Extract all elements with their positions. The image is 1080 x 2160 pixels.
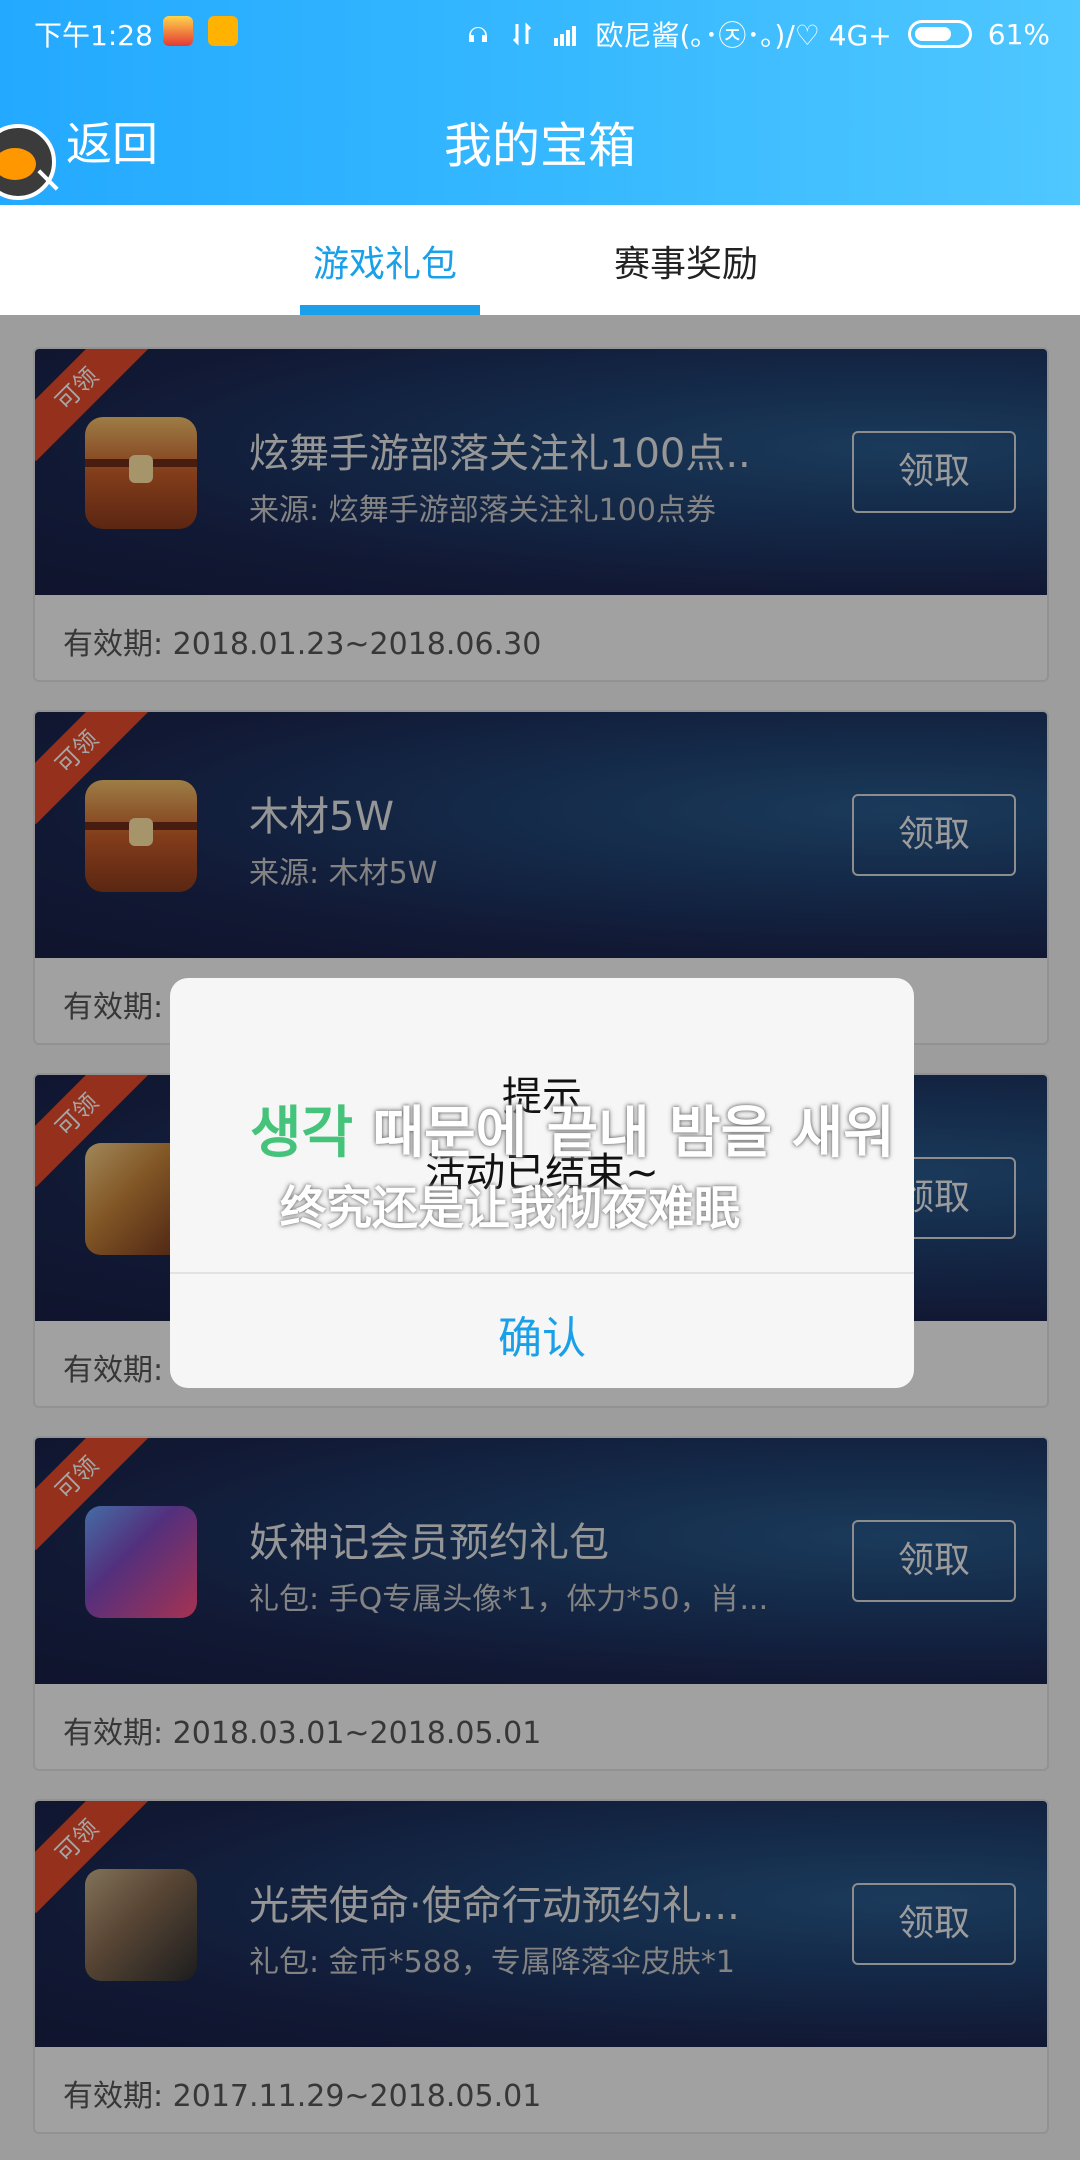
data-transfer-icon <box>508 20 536 48</box>
app-notification-icon <box>163 16 193 46</box>
lyric-rest: 때문에 끝내 밤을 새워 <box>353 1101 895 1166</box>
status-time: 下午1:28 <box>34 19 153 52</box>
floating-lyric-line-2: 终究还是让我彻夜难眠 <box>280 1181 740 1235</box>
signal-icon <box>552 20 580 48</box>
carrier-label: 欧尼酱(｡･㉨･｡)/♡ 4G+ <box>595 19 892 52</box>
dialog-divider <box>170 1272 914 1274</box>
floating-lyric-line-1: 생각 때문에 끝내 밤을 새워 <box>250 1088 895 1169</box>
status-right: 欧尼酱(｡･㉨･｡)/♡ 4G+ 61% <box>464 14 1050 54</box>
confirm-button[interactable]: 确认 <box>170 1302 914 1366</box>
page-title: 我的宝箱 <box>443 118 636 174</box>
battery-icon <box>907 20 972 48</box>
app-notification-icon <box>208 16 238 46</box>
active-tab-indicator <box>300 305 480 315</box>
nav-bar: 返回 我的宝箱 <box>0 66 1080 205</box>
tab-bar: 游戏礼包 赛事奖励 <box>0 205 1080 315</box>
headphones-icon <box>464 20 492 48</box>
header: 下午1:28 欧尼酱(｡･㉨･｡)/♡ 4G+ 61% 返回 我的宝箱 <box>0 0 1080 205</box>
tab-match-reward[interactable]: 赛事奖励 <box>614 235 758 287</box>
lyric-highlight: 생각 <box>250 1101 354 1166</box>
tab-game-gift[interactable]: 游戏礼包 <box>313 235 457 287</box>
battery-percent: 61% <box>987 17 1050 51</box>
status-bar: 下午1:28 欧尼酱(｡･㉨･｡)/♡ 4G+ 61% <box>0 0 1080 66</box>
